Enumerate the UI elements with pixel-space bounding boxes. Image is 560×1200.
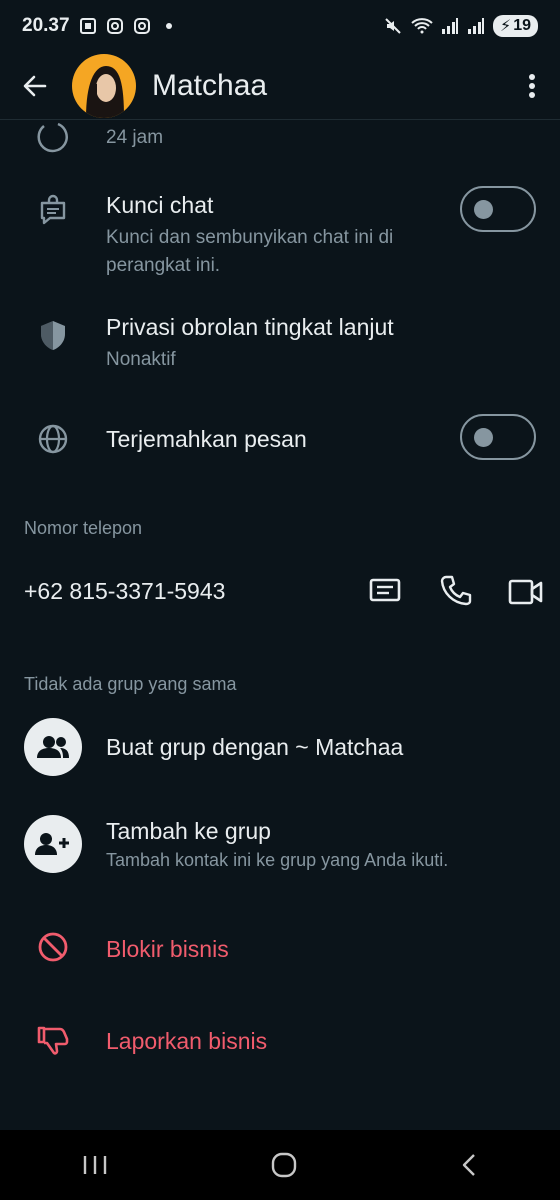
lock-chat-description: Kunci dan sembunyikan chat ini di perang…	[106, 227, 394, 276]
add-to-group-title: Tambah ke grup	[106, 818, 271, 844]
lock-chat-toggle[interactable]	[460, 186, 536, 232]
block-icon	[38, 932, 68, 962]
contact-name[interactable]: Matchaa	[152, 69, 504, 103]
instagram-icon-2	[133, 18, 150, 34]
phone-number[interactable]: +62 815-3371-5943	[24, 578, 225, 605]
report-business-row[interactable]: Laporkan bisnis	[0, 1010, 560, 1070]
status-time: 20.37	[22, 15, 70, 36]
battery-level: 19	[513, 17, 531, 34]
battery-indicator: ⚡ 19	[492, 15, 538, 37]
recent-apps-button[interactable]	[81, 1153, 109, 1177]
shield-icon	[41, 321, 65, 350]
advanced-privacy-status: Nonaktif	[106, 349, 176, 370]
arrow-left-icon	[23, 75, 47, 96]
add-to-group-row[interactable]: Tambah ke grup Tambah kontak ini ke grup…	[0, 800, 560, 880]
system-navigation-bar	[0, 1130, 560, 1200]
add-group-icon	[35, 833, 69, 855]
app-bar: Matchaa	[0, 52, 560, 120]
create-group-row[interactable]: Buat grup dengan ~ Matchaa	[0, 716, 560, 778]
translate-messages-toggle[interactable]	[460, 414, 536, 460]
add-group-icon-wrapper	[24, 815, 82, 873]
signal-icon	[441, 18, 458, 34]
translate-messages-row[interactable]: Terjemahkan pesan	[0, 408, 560, 468]
lock-chat-title: Kunci chat	[106, 192, 214, 218]
report-business-label: Laporkan bisnis	[106, 1028, 268, 1054]
phone-section-label: Nomor telepon	[24, 518, 143, 538]
lock-chat-row[interactable]: Kunci chat Kunci dan sembunyikan chat in…	[0, 180, 560, 290]
message-icon[interactable]	[368, 576, 402, 606]
more-vertical-icon	[529, 73, 535, 98]
thumbs-down-icon	[37, 1026, 69, 1055]
translate-messages-title: Terjemahkan pesan	[106, 426, 307, 452]
chat-lock-icon	[40, 194, 66, 225]
group-icon-wrapper	[24, 718, 82, 776]
avatar[interactable]	[72, 53, 136, 118]
instagram-icon	[106, 18, 123, 34]
timer-icon	[37, 122, 68, 153]
group-icon	[37, 736, 69, 758]
common-groups-label: Tidak ada grup yang sama	[24, 674, 237, 694]
status-bar: 20.37 ⚡ 19	[0, 0, 560, 52]
globe-icon	[38, 424, 68, 454]
phone-call-icon[interactable]	[440, 574, 472, 606]
screenshot-icon	[79, 18, 96, 34]
advanced-privacy-row[interactable]: Privasi obrolan tingkat lanjut Nonaktif	[0, 308, 560, 388]
disappearing-messages-value: 24 jam	[106, 127, 164, 148]
add-to-group-description: Tambah kontak ini ke grup yang Anda ikut…	[106, 850, 449, 870]
advanced-privacy-title: Privasi obrolan tingkat lanjut	[106, 314, 394, 340]
system-back-button[interactable]	[459, 1152, 479, 1178]
signal-icon-2	[467, 18, 484, 34]
notification-dot-icon	[165, 23, 172, 29]
block-business-row[interactable]: Blokir bisnis	[0, 918, 560, 978]
mute-icon	[385, 18, 401, 34]
home-button[interactable]	[270, 1151, 298, 1179]
back-button[interactable]	[0, 73, 70, 99]
video-call-icon[interactable]	[508, 578, 544, 606]
block-business-label: Blokir bisnis	[106, 936, 229, 962]
more-options-button[interactable]	[504, 73, 560, 99]
create-group-label: Buat grup dengan ~ Matchaa	[106, 734, 404, 760]
wifi-icon	[411, 18, 433, 34]
